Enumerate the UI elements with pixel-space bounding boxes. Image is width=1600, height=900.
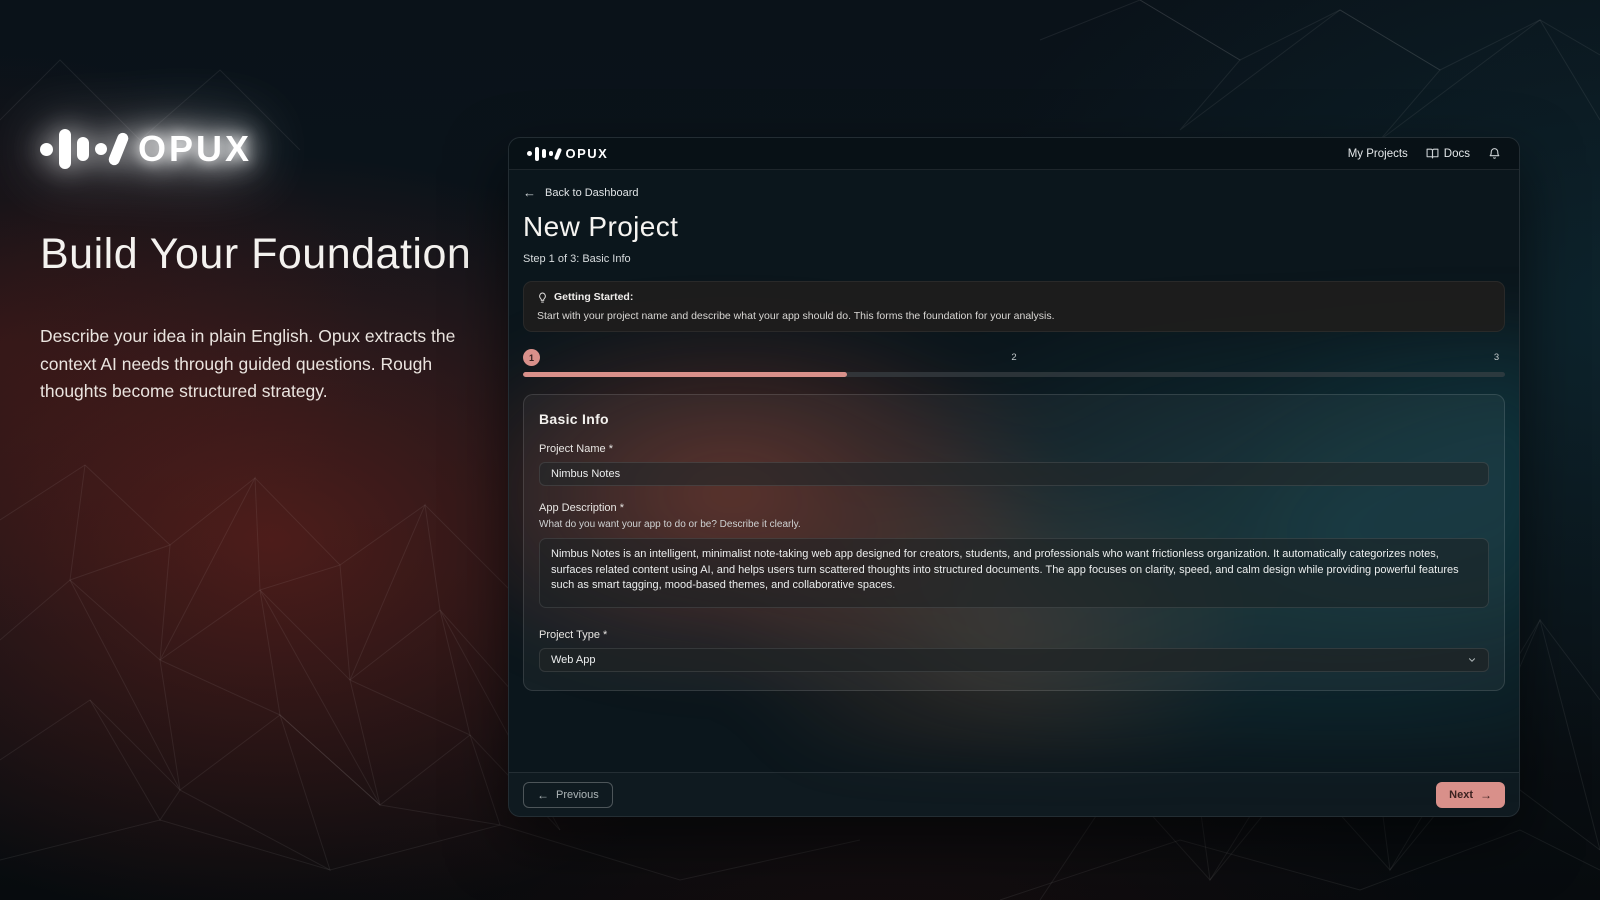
notifications-button[interactable]	[1488, 147, 1501, 160]
next-label: Next	[1449, 789, 1473, 801]
tip-body: Start with your project name and describ…	[537, 310, 1491, 322]
opux-logo-icon	[40, 126, 124, 172]
docs-label: Docs	[1444, 148, 1470, 160]
progress-bar	[523, 372, 1505, 377]
arrow-right-icon: →	[1480, 788, 1492, 802]
step-3-label[interactable]: 3	[1488, 352, 1505, 363]
arrow-left-icon: ←	[523, 185, 536, 200]
nav-docs[interactable]: Docs	[1426, 147, 1470, 160]
window-body: ← Back to Dashboard New Project Step 1 o…	[509, 185, 1519, 691]
header-logo[interactable]: OPUX	[527, 146, 608, 162]
step-indicator-text: Step 1 of 3: Basic Info	[523, 253, 1505, 265]
window-header: OPUX My Projects Docs	[509, 138, 1519, 170]
previous-button[interactable]: ← Previous	[523, 782, 613, 808]
book-icon	[1426, 147, 1439, 160]
progress-steps: 1 2 3	[523, 349, 1505, 366]
tip-title: Getting Started:	[554, 291, 633, 303]
arrow-left-icon: ←	[537, 788, 549, 802]
opux-logo-icon-small	[527, 146, 560, 162]
bell-icon	[1488, 147, 1501, 160]
hero-logo: OPUX	[40, 126, 480, 172]
my-projects-label: My Projects	[1348, 148, 1408, 160]
project-type-select[interactable]: Web App	[539, 648, 1489, 672]
project-name-label: Project Name *	[539, 443, 1489, 455]
lightbulb-icon	[537, 292, 548, 303]
step-2-label[interactable]: 2	[1006, 352, 1023, 363]
hero-panel: OPUX Build Your Foundation Describe your…	[40, 126, 480, 406]
header-logo-text: OPUX	[566, 146, 609, 161]
app-window: OPUX My Projects Docs ← Back to Dashboar…	[508, 137, 1520, 817]
page-title: New Project	[523, 211, 1505, 243]
nav-my-projects[interactable]: My Projects	[1348, 148, 1408, 160]
getting-started-tip: Getting Started: Start with your project…	[523, 281, 1505, 332]
project-type-value: Web App	[551, 654, 595, 666]
next-button[interactable]: Next →	[1436, 782, 1505, 808]
wizard-footer: ← Previous Next →	[509, 772, 1519, 816]
previous-label: Previous	[556, 789, 599, 801]
back-to-dashboard-link[interactable]: ← Back to Dashboard	[523, 185, 1505, 200]
back-link-label: Back to Dashboard	[545, 187, 639, 199]
card-title: Basic Info	[539, 411, 1489, 427]
app-description-hint: What do you want your app to do or be? D…	[539, 519, 1489, 530]
progress-fill	[523, 372, 847, 377]
app-description-label: App Description *	[539, 502, 1489, 514]
hero-heading: Build Your Foundation	[40, 230, 480, 279]
step-1-badge[interactable]: 1	[523, 349, 540, 366]
hero-logo-text: OPUX	[138, 128, 252, 170]
app-description-textarea[interactable]: Nimbus Notes is an intelligent, minimali…	[539, 538, 1489, 608]
header-nav: My Projects Docs	[1348, 147, 1501, 160]
chevron-down-icon	[1467, 655, 1477, 665]
basic-info-card: Basic Info Project Name * App Descriptio…	[523, 394, 1505, 691]
hero-description: Describe your idea in plain English. Opu…	[40, 323, 470, 406]
project-name-input[interactable]	[539, 462, 1489, 486]
project-type-label: Project Type *	[539, 629, 1489, 641]
